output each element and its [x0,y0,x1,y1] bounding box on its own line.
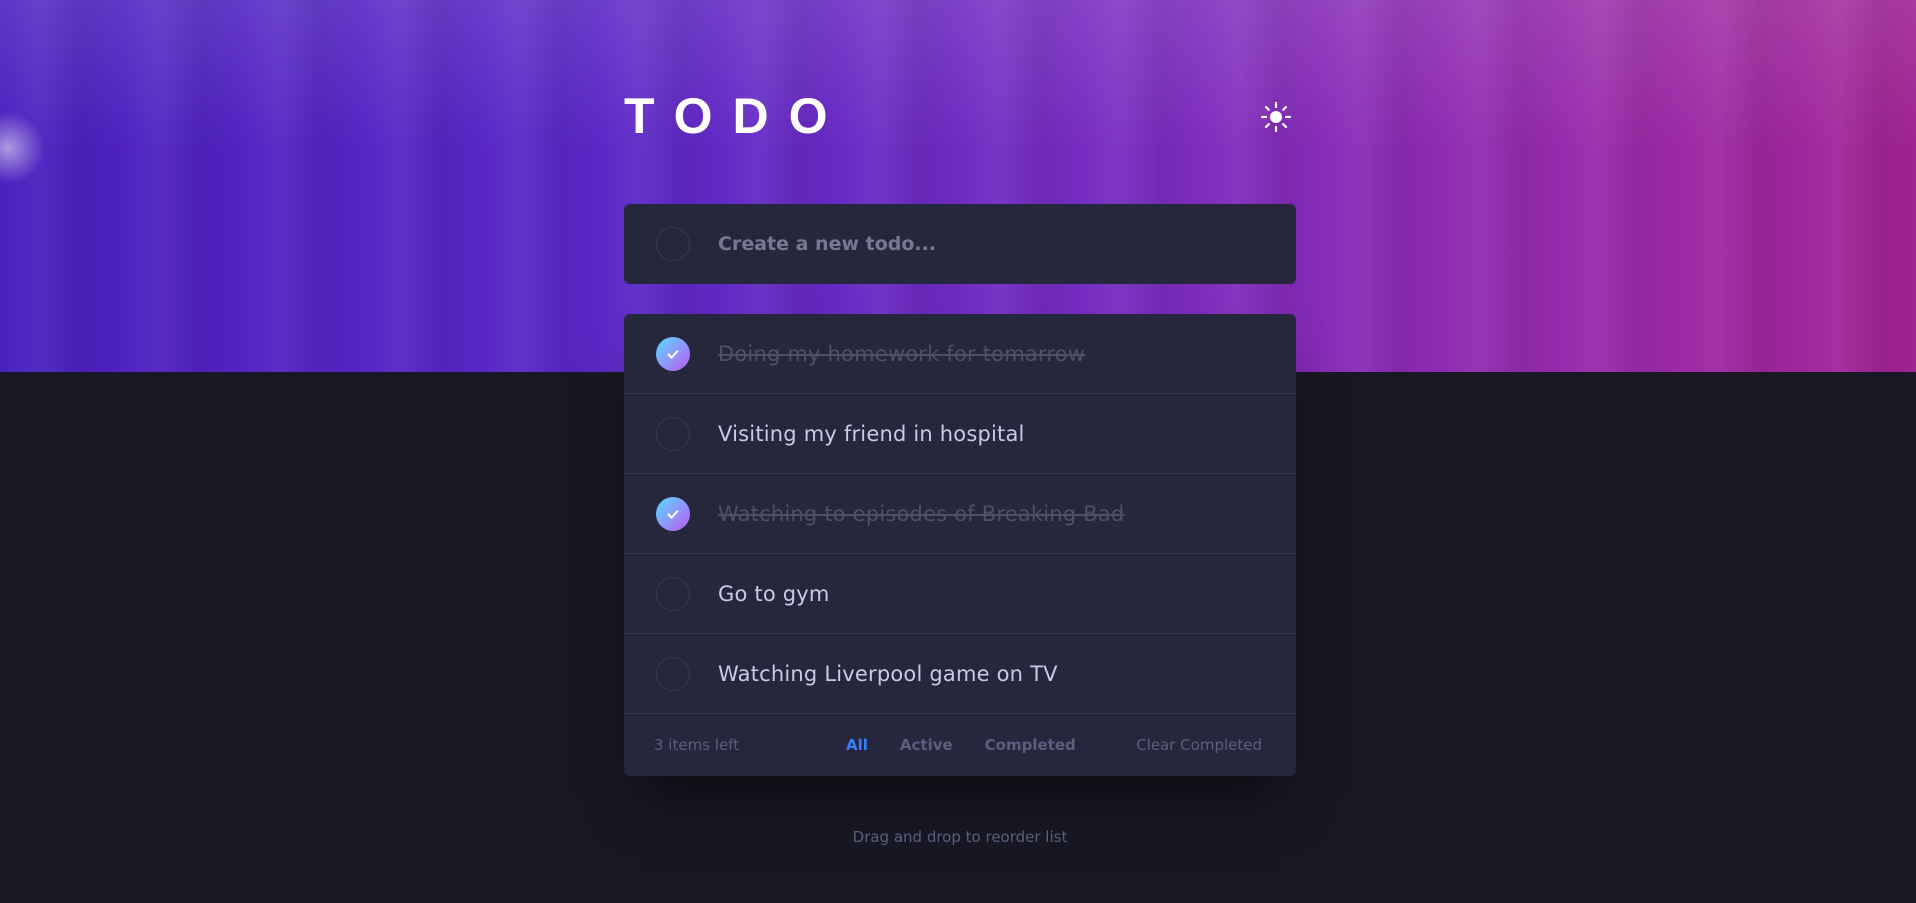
check-icon [667,349,679,359]
todo-text: Watching to episodes of Breaking Bad [718,501,1125,526]
app-header: TODO [624,88,1296,144]
filter-active[interactable]: Active [900,736,953,754]
todo-item[interactable]: Watching Liverpool game on TV [624,634,1296,714]
list-footer: 3 items left All Active Completed Clear … [624,714,1296,776]
new-todo-input[interactable] [718,224,1258,264]
filter-tabs: All Active Completed [846,736,1076,754]
todo-text: Go to gym [718,581,830,606]
drag-drop-hint: Drag and drop to reorder list [852,828,1068,846]
todo-checkbox[interactable] [656,576,690,611]
todo-item[interactable]: Visiting my friend in hospital [624,394,1296,474]
filter-completed[interactable]: Completed [985,736,1076,754]
todo-checkbox[interactable] [656,656,690,691]
todo-item[interactable]: Go to gym [624,554,1296,634]
items-left-count: 3 items left [654,736,740,754]
clear-completed-button[interactable]: Clear Completed [1136,736,1262,754]
todo-checkbox[interactable] [656,496,690,531]
sun-icon[interactable] [1260,101,1292,133]
todo-list: Doing my homework for tomarrow Visiting … [624,314,1296,776]
todo-text: Watching Liverpool game on TV [718,661,1058,686]
todo-text: Visiting my friend in hospital [718,421,1025,446]
new-todo-bar [624,204,1296,284]
todo-item[interactable]: Watching to episodes of Breaking Bad [624,474,1296,554]
todo-checkbox[interactable] [656,336,690,371]
todo-checkbox[interactable] [656,416,690,451]
todo-text: Doing my homework for tomarrow [718,341,1086,366]
filter-all[interactable]: All [846,736,868,754]
check-icon [667,509,679,519]
todo-item[interactable]: Doing my homework for tomarrow [624,314,1296,394]
app-title: TODO [624,88,848,144]
new-todo-circle[interactable] [656,227,690,261]
